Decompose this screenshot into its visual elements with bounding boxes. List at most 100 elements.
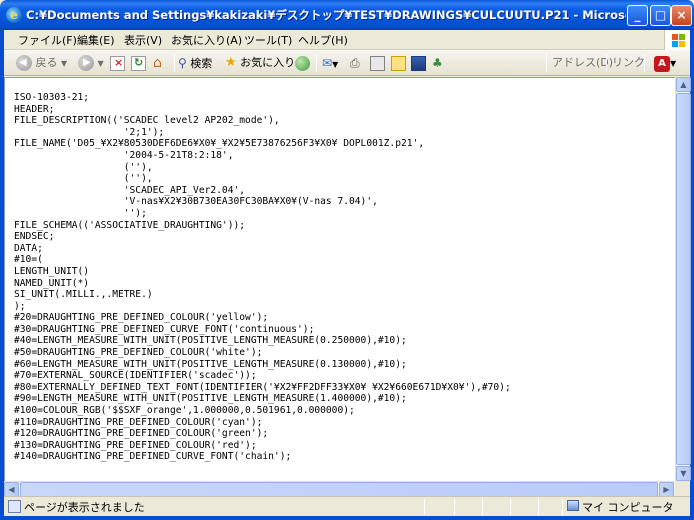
code-line: #100=COLOUR_RGB('$$SXF_orange',1.000000,… [14,405,355,417]
code-line: ENDSEC; [14,231,55,243]
scroll-down-button[interactable]: ▼ [676,466,691,481]
code-line: ); [14,300,26,312]
search-button[interactable]: ⚲ 検索 [178,54,212,72]
research-icon [411,55,426,71]
code-line: #130=DRAUGHTING_PRE_DEFINED_COLOUR('red'… [14,439,257,451]
history-button[interactable] [295,54,310,72]
code-line: ISO-10303-21; [14,92,90,103]
code-line: NAMED_UNIT(*) [14,277,90,289]
stop-button[interactable]: × [110,54,125,72]
edit-icon [370,55,385,71]
close-button[interactable]: × [671,5,692,26]
discuss-button[interactable] [391,54,406,72]
code-line: '2;1'); [14,126,165,138]
code-line: #110=DRAUGHTING_PRE_DEFINED_COLOUR('cyan… [14,416,263,428]
code-line: HEADER; [14,103,55,115]
menu-tools[interactable]: ツール(T) [244,33,292,48]
search-icon: ⚲ [178,56,187,70]
code-line: 'V-nas¥X2¥30B730EA30FC30BA¥X0¥(V-nas 7.0… [14,196,378,208]
scrollbar-corner [675,481,690,496]
code-line: LENGTH_UNIT() [14,265,90,277]
title-bar[interactable]: e C:¥Documents and Settings¥kakizaki¥デスク… [0,0,694,30]
print-icon: ⎙ [350,56,360,70]
back-button[interactable]: ◀ 戻る ▼ [16,54,67,72]
code-line: SI_UNIT(.MILLI.,.METRE.) [14,289,153,301]
code-line: (''), [14,161,153,173]
address-label[interactable]: アドレス(D) [552,54,613,72]
toolbar-separator [174,54,175,72]
code-line: 'SCADEC_API_Ver2.04', [14,184,246,196]
messenger-button[interactable]: ♣ [432,54,443,72]
mail-button[interactable]: ✉▼ [322,54,338,72]
forward-dropdown-icon[interactable]: ▼ [98,59,104,68]
minimize-button[interactable]: _ [627,5,648,26]
code-line: #40=LENGTH_MEASURE_WITH_UNIT(POSITIVE_LE… [14,335,407,347]
menu-file[interactable]: ファイル(F) [18,33,77,48]
ie-icon: e [6,7,22,23]
scroll-right-button[interactable]: ▶ [659,482,674,497]
discuss-icon [391,55,406,71]
code-line: FILE_DESCRIPTION(('SCADEC level2 AP202_m… [14,115,280,127]
maximize-button[interactable]: □ [650,5,671,26]
status-divider [538,499,539,515]
page-content[interactable]: ISO-10303-21; HEADER; FILE_DESCRIPTION(('S… [4,77,675,481]
status-divider [562,499,563,515]
edit-button[interactable] [370,54,385,72]
security-zone: マイ コンピュータ [582,501,674,514]
home-icon: ⌂ [153,55,162,71]
research-button[interactable] [411,54,426,72]
back-dropdown-icon[interactable]: ▼ [61,59,67,68]
favorites-button[interactable]: ★ お気に入り [225,54,295,72]
horizontal-scrollbar[interactable]: ◀ ▶ [4,481,675,497]
toolbar-separator [546,54,547,72]
search-label: 検索 [190,57,213,70]
mail-icon: ✉ [322,56,333,70]
code-line: #80=EXTERNALLY_DEFINED_TEXT_FONT(IDENTIF… [14,381,511,393]
status-bar: ページが表示されました マイ コンピュータ [4,496,690,516]
refresh-icon: ↻ [131,55,146,71]
scroll-left-button[interactable]: ◀ [4,482,19,497]
code-line: FILE_NAME('D05_¥X2¥80530DEF6DE6¥X0¥_¥X2¥… [14,138,425,150]
code-line: #140=DRAUGHTING_PRE_DEFINED_CURVE_FONT('… [14,451,292,463]
refresh-button[interactable]: ↻ [131,54,146,72]
vertical-scrollbar[interactable]: ▲ ▼ [675,77,691,481]
toolbar-separator [644,54,645,72]
my-computer-icon [567,500,579,511]
back-arrow-icon: ◀ [16,55,32,71]
code-line: #10=( [14,254,43,266]
toolbar-separator [316,54,317,72]
links-label[interactable]: リンク [612,54,645,72]
status-divider [454,499,455,515]
code-line: #60=LENGTH_MEASURE_WITH_UNIT(POSITIVE_LE… [14,358,407,370]
status-divider [510,499,511,515]
forward-arrow-icon: ▶ [78,55,94,71]
horizontal-scroll-thumb[interactable] [20,482,658,497]
vertical-scroll-thumb[interactable] [676,93,691,465]
menu-help[interactable]: ヘルプ(H) [298,33,348,48]
page-icon [8,500,21,513]
print-button[interactable]: ⎙ [350,54,360,72]
toolbar-separator [606,54,607,72]
pdf-button[interactable]: A ▼ [654,54,676,72]
scroll-up-button[interactable]: ▲ [676,77,691,92]
home-button[interactable]: ⌂ [153,54,162,72]
p21-file-text: ISO-10303-21; HEADER; FILE_DESCRIPTION(('S… [14,92,511,463]
code-line: DATA; [14,242,43,254]
code-line: #50=DRAUGHTING_PRE_DEFINED_COLOUR('white… [14,347,263,359]
status-divider [482,499,483,515]
code-line: #90=LENGTH_MEASURE_WITH_UNIT(POSITIVE_LE… [14,393,407,405]
window-frame-bottom [0,516,694,520]
code-line: #20=DRAUGHTING_PRE_DEFINED_COLOUR('yello… [14,312,269,324]
menu-bar: ファイル(F) 編集(E) 表示(V) お気に入り(A) ツール(T) ヘルプ(… [4,30,690,50]
menu-favorites[interactable]: お気に入り(A) [171,33,242,48]
favorites-label: お気に入り [240,56,296,69]
forward-button[interactable]: ▶ ▼ [78,54,104,72]
code-line: #120=DRAUGHTING_PRE_DEFINED_COLOUR('gree… [14,428,269,440]
favorites-star-icon: ★ [225,55,237,70]
code-line: (''), [14,173,153,185]
code-line: #30=DRAUGHTING_PRE_DEFINED_CURVE_FONT('c… [14,323,315,335]
messenger-icon: ♣ [432,56,443,70]
back-label: 戻る [35,56,58,69]
menu-view[interactable]: 表示(V) [124,33,162,48]
menu-edit[interactable]: 編集(E) [77,33,115,48]
